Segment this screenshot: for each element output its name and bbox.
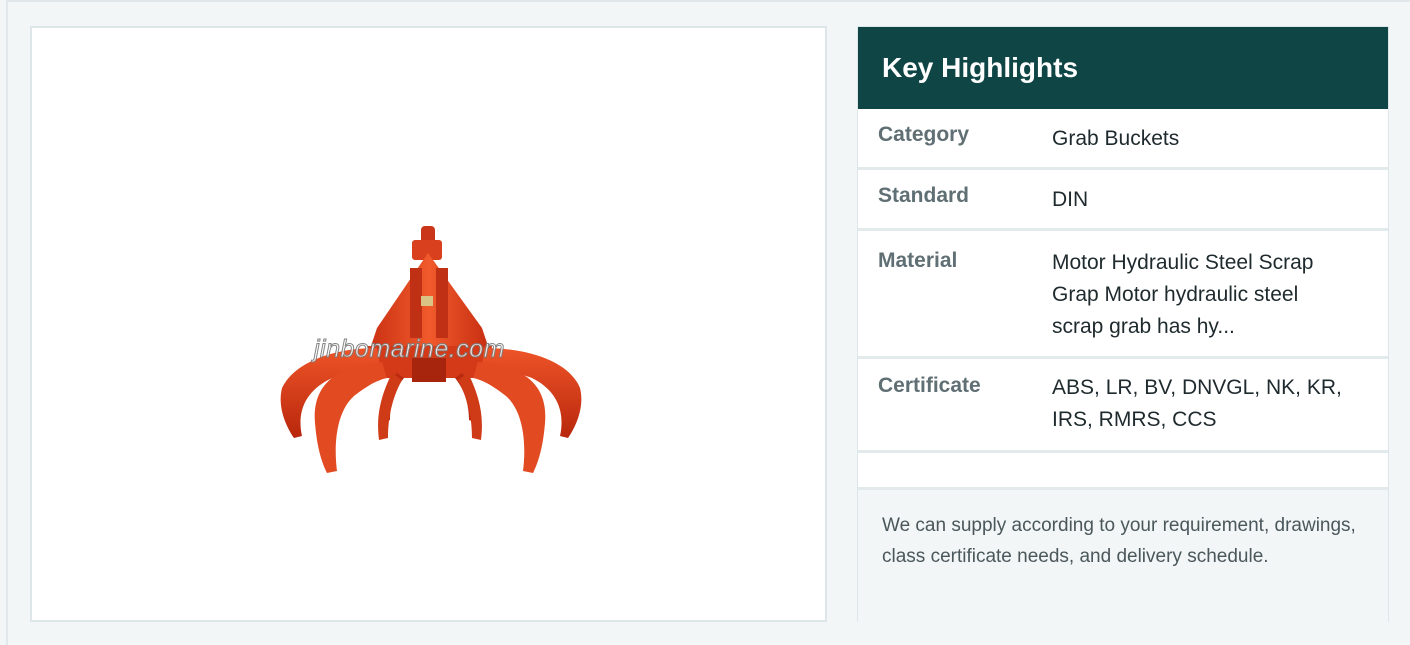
key-highlights-card: Key Highlights Category Grab Buckets Sta…: [857, 26, 1389, 622]
highlight-row-empty: [858, 453, 1388, 490]
key-highlights-title: Key Highlights: [858, 27, 1388, 109]
highlight-row-certificate: Certificate ABS, LR, BV, DNVGL, NK, KR, …: [858, 359, 1388, 453]
highlight-key: Material: [878, 249, 958, 272]
highlight-value: DIN: [1052, 188, 1089, 211]
highlight-row-standard: Standard DIN: [858, 170, 1388, 231]
product-image-panel[interactable]: jinbomarine.com: [30, 26, 827, 622]
highlight-key: Standard: [878, 184, 970, 207]
highlight-key: Category: [878, 123, 970, 146]
highlight-value: Motor Hydraulic Steel Scrap Grap Motor h…: [1052, 251, 1314, 338]
highlight-row-material: Material Motor Hydraulic Steel Scrap Gra…: [858, 231, 1388, 359]
grab-bucket-image: [280, 226, 582, 473]
highlight-key: Certificate: [878, 374, 981, 397]
highlight-value: ABS, LR, BV, DNVGL, NK, KR, IRS, RMRS, C…: [1052, 376, 1342, 431]
highlight-row-category: Category Grab Buckets: [858, 109, 1388, 170]
watermark-text: jinbomarine.com: [314, 335, 505, 364]
highlight-value: Grab Buckets: [1052, 127, 1180, 150]
highlights-footer-note: We can supply according to your requirem…: [858, 490, 1388, 622]
